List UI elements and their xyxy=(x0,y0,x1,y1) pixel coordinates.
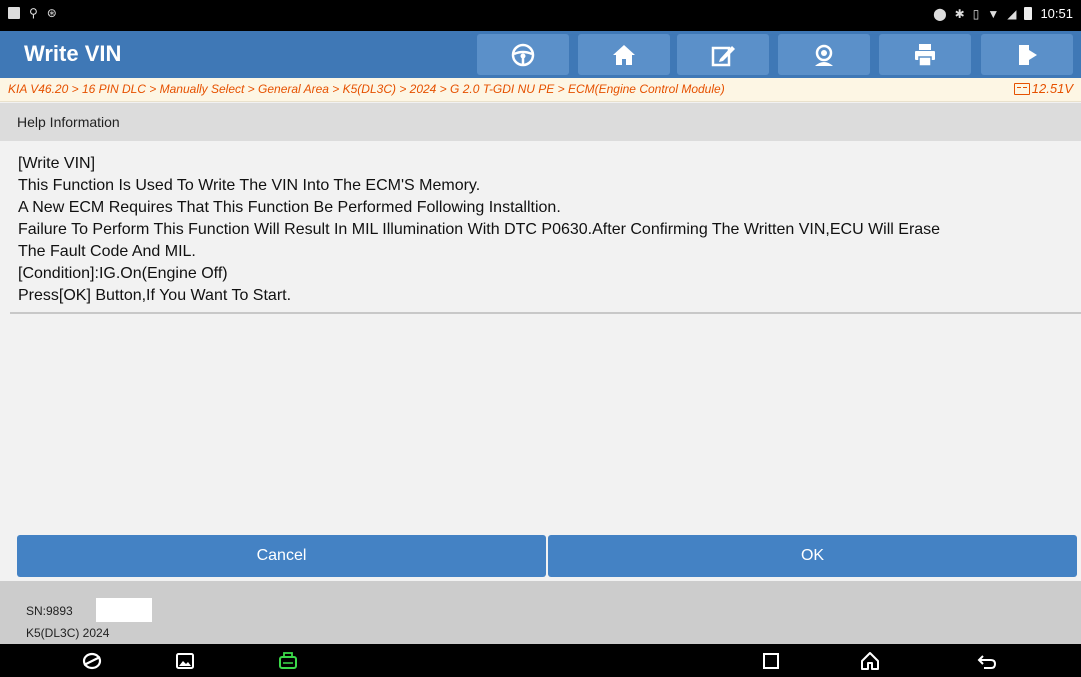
steering-wheel-button[interactable] xyxy=(477,34,569,75)
breadcrumb-path: KIA V46.20 > 16 PIN DLC > Manually Selec… xyxy=(8,82,725,96)
steering-wheel-icon xyxy=(511,43,535,66)
help-text-box: [Write VIN] This Function Is Used To Wri… xyxy=(10,146,1081,314)
vehicle-model: K5(DL3C) 2024 xyxy=(26,626,110,640)
print-icon xyxy=(915,43,935,67)
edit-icon xyxy=(711,45,735,66)
help-line: The Fault Code And MIL. xyxy=(18,243,196,260)
gallery-button[interactable] xyxy=(173,649,197,673)
content-area: [Write VIN] This Function Is Used To Wri… xyxy=(10,146,1081,531)
exit-icon xyxy=(1019,44,1037,65)
bluetooth-icon: ⊛ xyxy=(46,6,57,20)
gallery-icon xyxy=(176,653,194,669)
help-information-header: Help Information xyxy=(0,103,1081,141)
help-line: [Write VIN] xyxy=(18,155,96,172)
usb-icon: ⚲ xyxy=(29,6,38,20)
signal-icon: ◢ xyxy=(1007,6,1017,21)
help-information-label: Help Information xyxy=(17,114,120,130)
page-title: Write VIN xyxy=(24,41,122,66)
home-button[interactable] xyxy=(578,34,670,75)
back-icon xyxy=(977,655,997,669)
navigation-bar xyxy=(0,644,1081,677)
clock: 10:51 xyxy=(1040,6,1073,21)
battery-voltage: 12.51V xyxy=(1013,81,1073,96)
breadcrumb: KIA V46.20 > 16 PIN DLC > Manually Selec… xyxy=(0,78,1081,102)
home-icon xyxy=(613,44,635,65)
help-line: A New ECM Requires That This Function Be… xyxy=(18,199,561,216)
wifi-icon: ▼ xyxy=(987,6,1000,21)
help-line: Press[OK] Button,If You Want To Start. xyxy=(18,287,292,304)
recents-icon xyxy=(763,653,779,669)
recents-button[interactable] xyxy=(759,649,783,673)
help-line: This Function Is Used To Write The VIN I… xyxy=(18,177,481,194)
image-icon xyxy=(8,7,20,19)
browser-icon xyxy=(82,652,102,670)
home-nav-button[interactable] xyxy=(858,649,882,673)
battery-icon xyxy=(1024,7,1033,20)
bluetooth-icon: ✱ xyxy=(954,6,965,21)
browser-button[interactable] xyxy=(80,649,104,673)
home-icon xyxy=(861,652,879,670)
support-button[interactable] xyxy=(778,34,870,75)
status-bar: ⚲ ⊛ ⬤ ✱ ▯ ▼ ◢ 10:51 xyxy=(0,0,1081,31)
exit-button[interactable] xyxy=(981,34,1073,75)
vci-button[interactable] xyxy=(276,649,300,673)
status-left-icons: ⚲ ⊛ xyxy=(8,6,57,20)
car-battery-icon xyxy=(1013,82,1030,95)
help-line: [Condition]:IG.On(Engine Off) xyxy=(18,265,228,282)
vci-icon xyxy=(279,652,297,669)
help-line: Failure To Perform This Function Will Re… xyxy=(18,221,941,238)
title-bar: Write VIN xyxy=(0,31,1081,78)
serial-number-redaction xyxy=(96,598,152,622)
ok-button[interactable]: OK xyxy=(548,535,1077,577)
back-button[interactable] xyxy=(975,649,999,673)
status-right-icons: ⬤ ✱ ▯ ▼ ◢ 10:51 xyxy=(933,6,1073,21)
support-icon xyxy=(815,44,833,66)
serial-number: SN:9893 xyxy=(26,604,73,618)
vibrate-icon: ▯ xyxy=(972,6,980,21)
action-buttons: Cancel OK xyxy=(17,535,1077,577)
footer-info: SN:9893 K5(DL3C) 2024 xyxy=(0,581,1081,644)
print-button[interactable] xyxy=(879,34,971,75)
location-icon: ⬤ xyxy=(933,6,947,21)
voltage-value: 12.51V xyxy=(1031,81,1073,96)
cancel-button[interactable]: Cancel xyxy=(17,535,546,577)
edit-button[interactable] xyxy=(677,34,769,75)
